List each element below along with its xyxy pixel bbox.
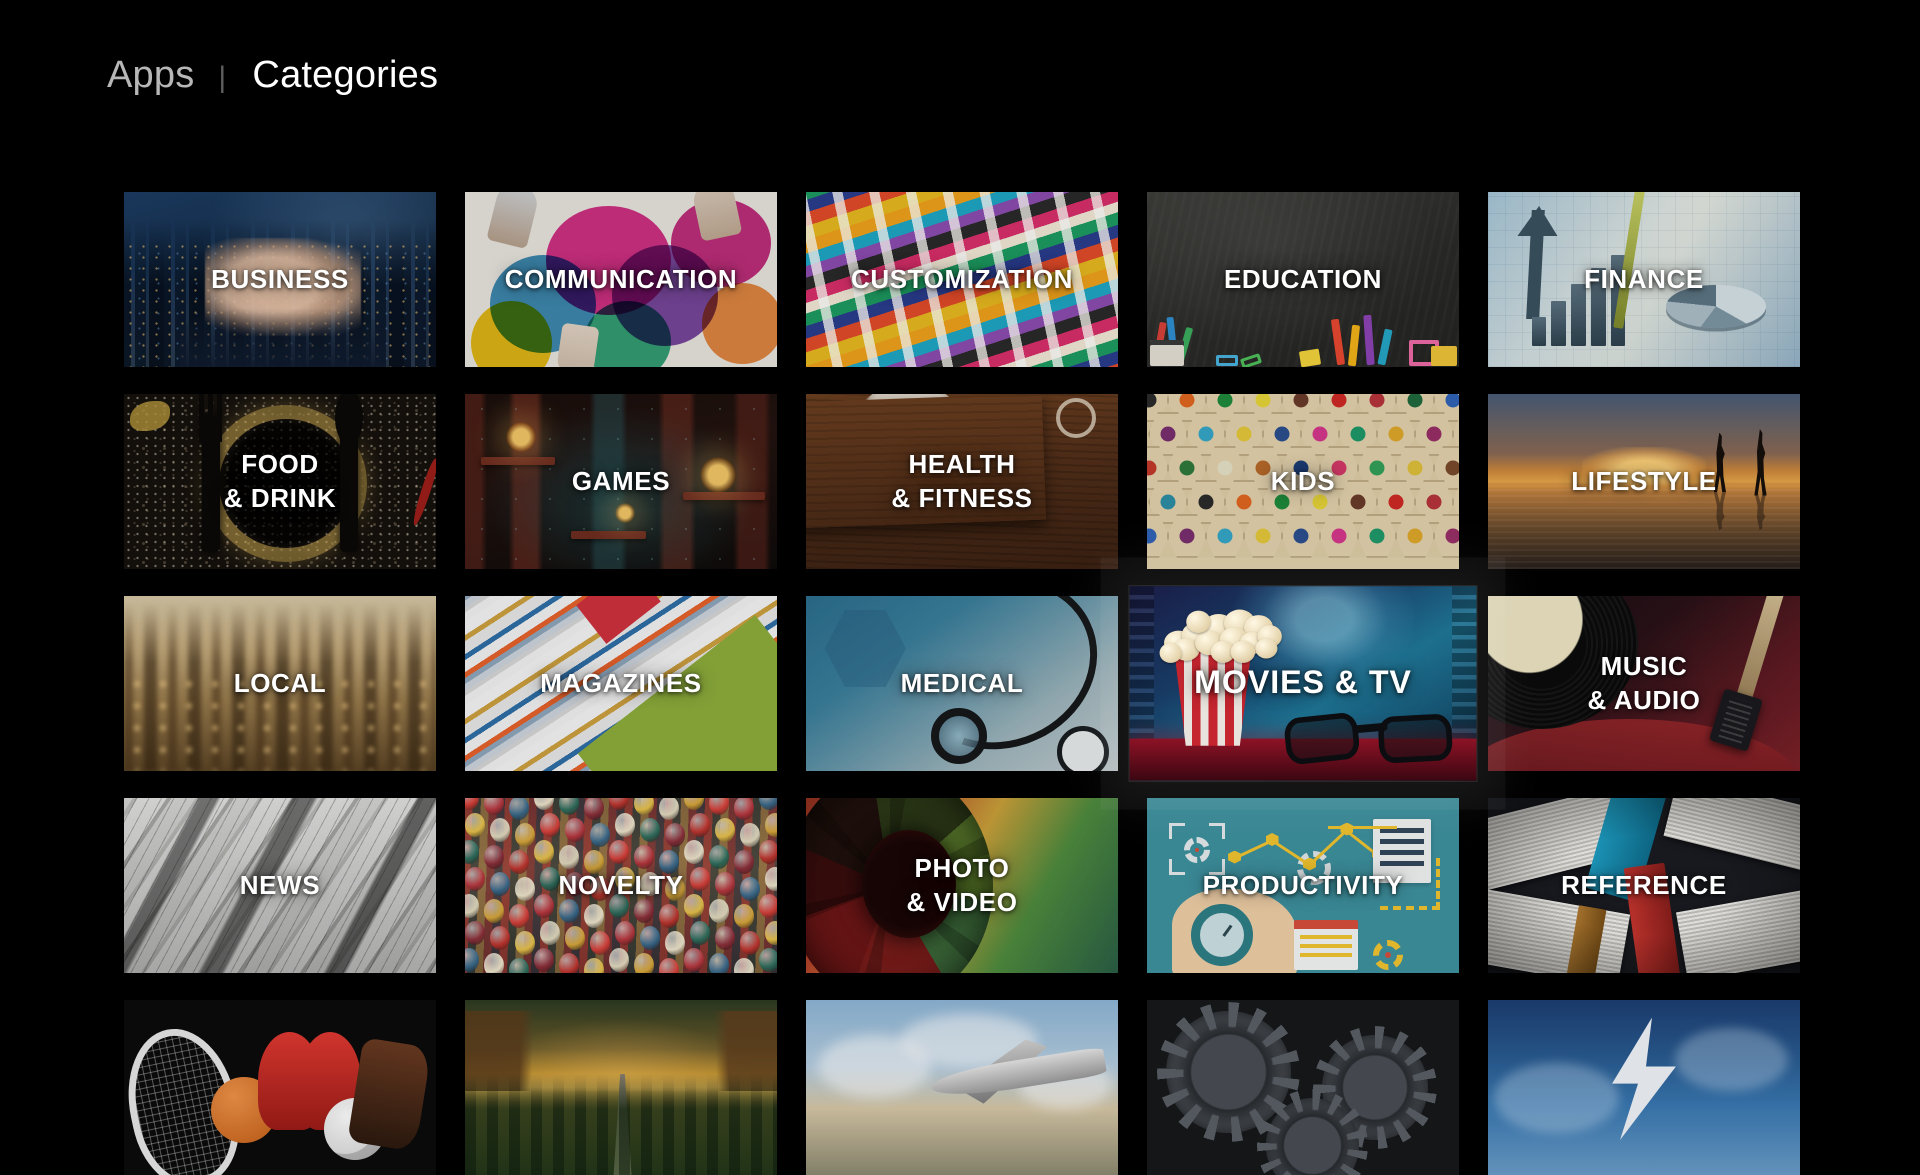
category-label-line-1: LIFESTYLE: [1571, 465, 1717, 496]
category-label-line-1: CUSTOMIZATION: [850, 263, 1074, 294]
category-tile-news[interactable]: NEWS: [124, 798, 436, 973]
category-tile-label: MEDICAL: [806, 596, 1118, 771]
category-tile-games[interactable]: GAMES: [465, 394, 777, 569]
category-tile-label: CUSTOMIZATION: [806, 192, 1118, 367]
category-tile-movies-tv[interactable]: MOVIES & TV: [1129, 586, 1477, 781]
category-tile-music-audio[interactable]: MUSIC & AUDIO: [1488, 596, 1800, 771]
sports-thumbnail-art: [124, 1000, 436, 1175]
category-label-line-1: REFERENCE: [1561, 869, 1727, 900]
category-tile[interactable]: [806, 1000, 1118, 1175]
category-tile[interactable]: [465, 1000, 777, 1175]
category-tile-magazines[interactable]: MAGAZINES: [465, 596, 777, 771]
category-tile-label: NOVELTY: [465, 798, 777, 973]
category-label-line-1: FINANCE: [1584, 263, 1704, 294]
util-thumbnail-art: [1147, 1000, 1459, 1175]
travel-thumbnail-art: [465, 1000, 777, 1175]
category-tile-label: COMMUNICATION: [465, 192, 777, 367]
plane-thumbnail-art: [806, 1000, 1118, 1175]
category-tile-label: PHOTO & VIDEO: [806, 798, 1118, 973]
category-label-line-2: & DRINK: [223, 482, 337, 513]
nav-tab-apps[interactable]: Apps: [107, 56, 194, 94]
category-label-line-1: PHOTO: [914, 853, 1010, 884]
category-label-line-1: COMMUNICATION: [504, 263, 738, 294]
category-label-line-1: GAMES: [571, 465, 671, 496]
category-grid: BUSINESS COMMUNICATION CUSTOMIZATION EDUCA…: [124, 192, 1800, 1175]
category-tile-finance[interactable]: FINANCE: [1488, 192, 1800, 367]
category-label-line-1: MEDICAL: [900, 667, 1024, 698]
category-tile-communication[interactable]: COMMUNICATION: [465, 192, 777, 367]
category-tile-label: BUSINESS: [124, 192, 436, 367]
category-tile-label: GAMES: [465, 394, 777, 569]
category-tile-photo-video[interactable]: PHOTO & VIDEO: [806, 798, 1118, 973]
nav-tab-categories[interactable]: Categories: [252, 56, 438, 94]
category-tile[interactable]: [1488, 1000, 1800, 1175]
category-tile-label: NEWS: [124, 798, 436, 973]
category-tile-label: FINANCE: [1488, 192, 1800, 367]
category-tile-business[interactable]: BUSINESS: [124, 192, 436, 367]
category-tile-label: MOVIES & TV: [1130, 586, 1477, 781]
category-tile-local[interactable]: LOCAL: [124, 596, 436, 771]
category-label-line-2: & AUDIO: [1587, 684, 1701, 715]
category-tile-label: LOCAL: [124, 596, 436, 771]
category-tile-lifestyle[interactable]: LIFESTYLE: [1488, 394, 1800, 569]
category-tile-label: MAGAZINES: [465, 596, 777, 771]
weather-thumbnail-art: [1488, 1000, 1800, 1175]
category-tile-health-fitness[interactable]: HEALTH & FITNESS: [806, 394, 1118, 569]
category-tile-label: LIFESTYLE: [1488, 394, 1800, 569]
breadcrumb: Apps | Categories: [107, 56, 438, 94]
category-label-line-1: MUSIC: [1600, 651, 1688, 682]
category-label-line-2: & VIDEO: [906, 886, 1018, 917]
category-label-line-1: NEWS: [239, 869, 321, 900]
category-tile[interactable]: [124, 1000, 436, 1175]
category-tile-productivity[interactable]: PRODUCTIVITY: [1147, 798, 1459, 973]
category-tile-medical[interactable]: MEDICAL: [806, 596, 1118, 771]
category-tile-label: HEALTH & FITNESS: [806, 394, 1118, 569]
category-label-line-1: PRODUCTIVITY: [1202, 869, 1404, 900]
category-tile-kids[interactable]: KIDS: [1147, 394, 1459, 569]
category-tile-label: EDUCATION: [1147, 192, 1459, 367]
category-label-line-1: MAGAZINES: [540, 667, 702, 698]
category-label-line-2: & FITNESS: [891, 482, 1033, 513]
category-label-line-1: KIDS: [1270, 465, 1336, 496]
category-label-line-1: EDUCATION: [1223, 263, 1383, 294]
category-label-line-1: MOVIES & TV: [1194, 665, 1412, 701]
category-tile-label: FOOD & DRINK: [124, 394, 436, 569]
category-tile-reference[interactable]: REFERENCE: [1488, 798, 1800, 973]
category-tile-customization[interactable]: CUSTOMIZATION: [806, 192, 1118, 367]
category-label-line-1: FOOD: [241, 449, 319, 480]
category-label-line-1: BUSINESS: [211, 263, 349, 294]
category-label-line-1: LOCAL: [233, 667, 327, 698]
category-label-line-1: NOVELTY: [558, 869, 684, 900]
category-tile-label: KIDS: [1147, 394, 1459, 569]
category-tile-education[interactable]: EDUCATION: [1147, 192, 1459, 367]
category-label-line-1: HEALTH: [908, 449, 1016, 480]
category-tile-label: MUSIC & AUDIO: [1488, 596, 1800, 771]
category-tile-label: PRODUCTIVITY: [1147, 798, 1459, 973]
category-tile[interactable]: [1147, 1000, 1459, 1175]
category-tile-label: REFERENCE: [1488, 798, 1800, 973]
category-tile-novelty[interactable]: NOVELTY: [465, 798, 777, 973]
category-tile-food-drink[interactable]: FOOD & DRINK: [124, 394, 436, 569]
breadcrumb-separator: |: [218, 61, 227, 94]
